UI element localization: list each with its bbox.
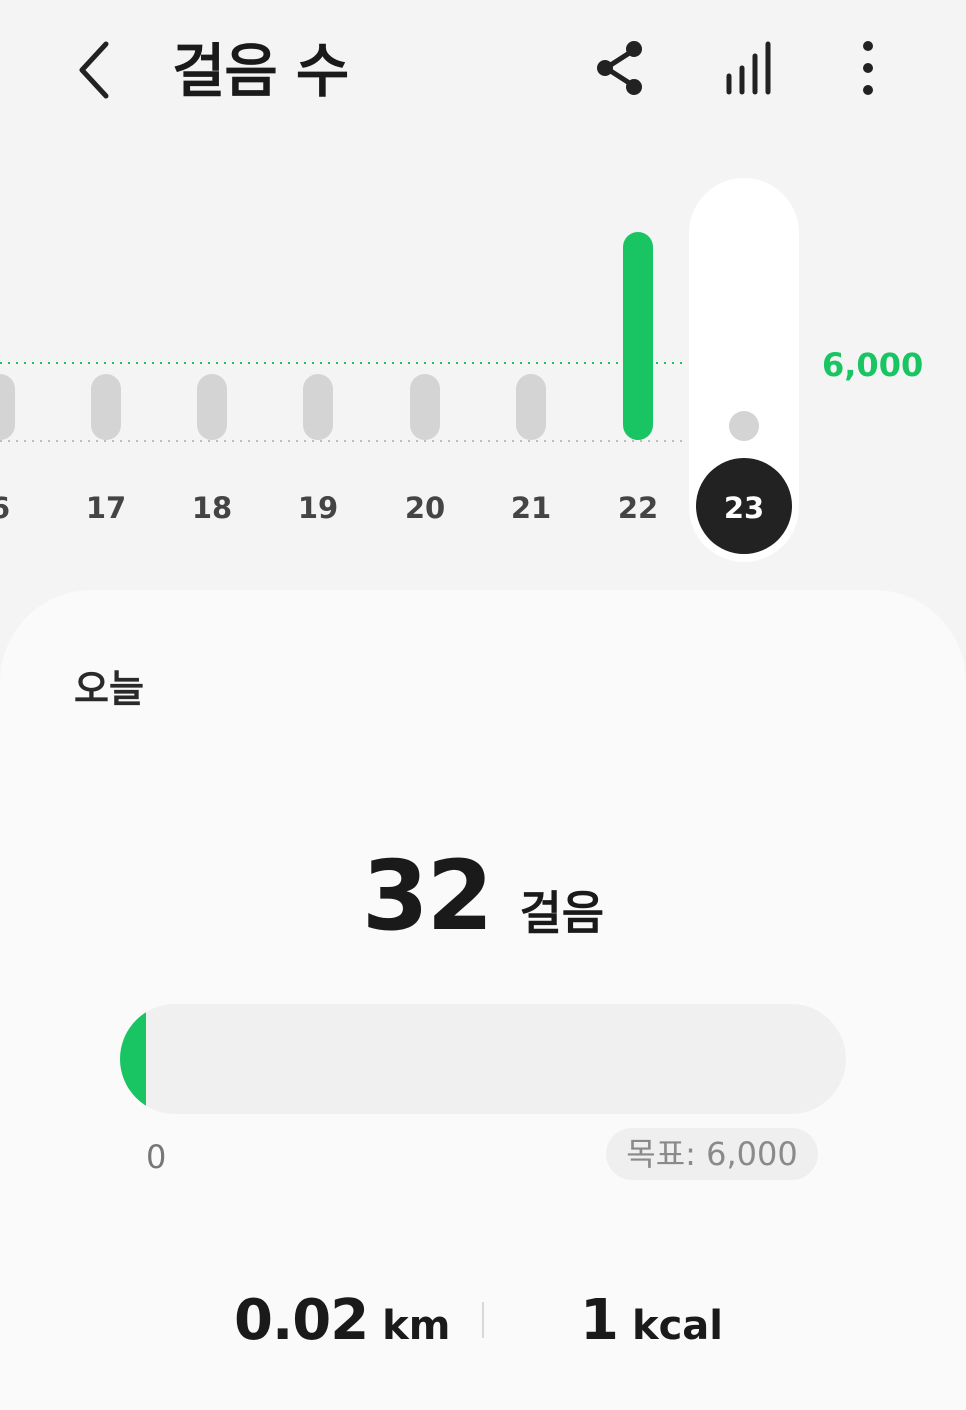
- x-tick-label: 21: [511, 491, 551, 525]
- bar-22: [623, 232, 653, 440]
- x-tick-label: 22: [618, 491, 658, 525]
- x-tick-label: 6: [0, 491, 10, 525]
- steps-value: 32: [361, 840, 494, 952]
- x-tick-label: 17: [86, 491, 126, 525]
- stats-divider: [482, 1302, 484, 1338]
- bar-18: [197, 374, 227, 440]
- period-label: 오늘: [74, 667, 144, 711]
- bar-16: [0, 374, 15, 440]
- progress-min-label: 0: [146, 1138, 167, 1176]
- page-title: 걸음 수: [172, 37, 349, 105]
- more-button[interactable]: [836, 36, 900, 100]
- calorie-stat: 1 kcal: [580, 1288, 723, 1353]
- x-tick-label: 19: [298, 491, 338, 525]
- share-button[interactable]: [588, 36, 652, 100]
- steps-unit: 걸음: [519, 886, 605, 940]
- x-tick-label: 23: [724, 491, 764, 525]
- summary-card: 오늘 32 걸음 0 목표: 6,000 0.02 km 1 kcal: [0, 590, 966, 1410]
- distance-value: 0.02: [234, 1288, 369, 1353]
- bar-19: [303, 374, 333, 440]
- goal-progress-bar: [120, 1004, 846, 1114]
- calorie-unit: kcal: [631, 1303, 723, 1349]
- distance-stat: 0.02 km: [234, 1288, 450, 1353]
- bar-17: [91, 374, 121, 440]
- bar-chart-icon: [726, 41, 771, 95]
- bar-21: [516, 374, 546, 440]
- app-header: 걸음 수: [0, 0, 966, 140]
- stats-button[interactable]: [718, 36, 782, 100]
- goal-chip[interactable]: 목표: 6,000: [606, 1128, 818, 1180]
- activity-stats: 0.02 km 1 kcal: [0, 1288, 966, 1368]
- x-tick-label: 18: [192, 491, 232, 525]
- distance-unit: km: [382, 1303, 451, 1349]
- goal-line-label: 6,000: [822, 346, 924, 384]
- share-icon: [597, 41, 642, 95]
- hourly-steps-chart[interactable]: 6 17 18 19 20 21 22 23 6,000: [0, 170, 966, 580]
- back-button[interactable]: [66, 38, 126, 102]
- chevron-left-icon: [79, 41, 109, 99]
- more-vertical-icon: [863, 41, 873, 95]
- x-tick-label: 20: [405, 491, 445, 525]
- steps-count: 32 걸음: [0, 840, 966, 952]
- calorie-value: 1: [580, 1288, 619, 1353]
- goal-progress-fill: [120, 1004, 146, 1114]
- bar-20: [410, 374, 440, 440]
- bar-23: [729, 411, 759, 441]
